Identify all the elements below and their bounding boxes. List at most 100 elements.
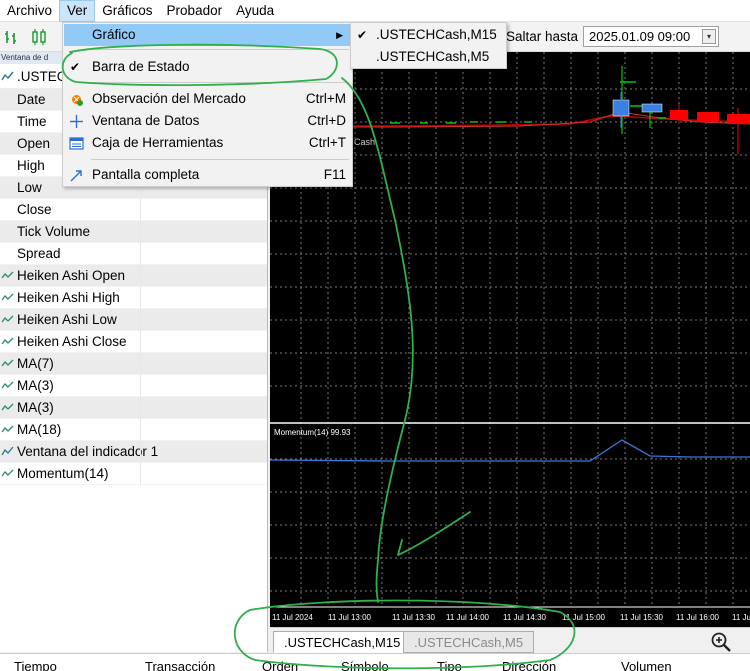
indicator-icon [1, 425, 14, 433]
candles [612, 92, 750, 154]
row-label: Close [17, 202, 52, 217]
submenu-item-label: .USTECHCash,M15 [376, 27, 497, 42]
menu-graficos[interactable]: Gráficos [95, 0, 159, 22]
row-label: Time [17, 114, 47, 129]
indicator-icon [1, 469, 14, 477]
chart-submenu: ✔ .USTECHCash,M15 .USTECHCash,M5 [350, 22, 507, 69]
menu-item-ventana-datos[interactable]: Ventana de Datos Ctrl+D [64, 110, 351, 132]
toolbox-icon [69, 137, 84, 150]
row-label: Date [17, 92, 46, 107]
time-label: 11 Jul 13:30 [392, 613, 436, 622]
submenu-item-m15[interactable]: ✔ .USTECHCash,M15 [351, 24, 506, 46]
row-label: Spread [17, 246, 61, 261]
row-label: Heiken Ashi Open [17, 268, 126, 283]
toolbox-panel: Tiempo Transacción Orden Símbolo Tipo Di… [0, 653, 750, 671]
time-label: 11 Jul 16:00 [676, 613, 720, 622]
zoom-in-icon[interactable] [710, 631, 732, 653]
column-header[interactable]: Tipo [437, 659, 462, 671]
menu-archivo[interactable]: Archivo [0, 0, 59, 22]
column-header[interactable]: Tiempo [14, 659, 57, 671]
row-heiken-high: Heiken Ashi High [0, 287, 267, 309]
market-watch-icon [72, 95, 83, 106]
menu-item-grafico[interactable]: Gráfico ▶ [64, 24, 351, 46]
row-spread: Spread [0, 243, 267, 265]
jump-to-value: 2025.01.09 09:00 [589, 29, 691, 44]
candlestick-icon[interactable] [30, 28, 48, 46]
indicator-icon [1, 403, 14, 411]
row-label: Momentum(14) [17, 466, 109, 481]
menu-item-shortcut: Ctrl+T [308, 135, 346, 150]
time-label: 11 Jul 13:00 [328, 613, 372, 622]
row-momentum: Momentum(14) [0, 463, 267, 485]
row-heiken-open: Heiken Ashi Open [0, 265, 267, 287]
row-heiken-close: Heiken Ashi Close [0, 331, 267, 353]
menu-item-shortcut: Ctrl+D [307, 113, 346, 128]
menu-item-pantalla-completa[interactable]: Pantalla completa F11 [64, 164, 351, 186]
menu-item-caja-herramientas[interactable]: Caja de Herramientas Ctrl+T [64, 132, 351, 154]
checkmark-icon: ✔ [70, 60, 81, 74]
submenu-arrow-icon: ▶ [336, 30, 343, 40]
column-header[interactable]: Dirección [502, 659, 556, 671]
row-label: MA(3) [17, 400, 54, 415]
menu-separator [91, 159, 349, 160]
view-menu-dropdown: Gráfico ▶ ✔ Barra de Estado Observación … [62, 22, 353, 187]
menu-ayuda[interactable]: Ayuda [229, 0, 281, 22]
indicator-icon [1, 293, 14, 301]
bar-chart-icon[interactable] [3, 28, 21, 46]
indicator-icon [1, 315, 14, 323]
menu-item-observacion-mercado[interactable]: Observación del Mercado Ctrl+M [64, 88, 351, 110]
row-ma18: MA(18) [0, 419, 267, 441]
menu-separator [91, 82, 349, 83]
jump-to-datetime-field[interactable]: 2025.01.09 09:00 ▾ [583, 26, 719, 47]
row-ma3-a: MA(3) [0, 375, 267, 397]
row-ma3-b: MA(3) [0, 397, 267, 419]
menu-probador[interactable]: Probador [160, 0, 230, 22]
menu-item-label: Ventana de Datos [92, 113, 200, 128]
row-label: High [17, 158, 45, 173]
chart-line-icon [1, 71, 14, 81]
menu-item-shortcut: Ctrl+M [305, 91, 346, 106]
indicator-icon [1, 381, 14, 389]
time-label: 11 Jul 1 [732, 613, 750, 622]
time-label: 11 Jul 14:00 [446, 613, 490, 622]
fullscreen-arrow-icon [70, 170, 82, 182]
time-label: 11 Jul 15:30 [620, 613, 664, 622]
row-label: Ventana del indicador 1 [17, 444, 159, 459]
row-heiken-low: Heiken Ashi Low [0, 309, 267, 331]
checkmark-icon: ✔ [357, 28, 368, 42]
row-label: Heiken Ashi Low [17, 312, 117, 327]
indicator-icon [1, 359, 14, 367]
jump-to-label: Saltar hasta [506, 29, 579, 44]
menu-separator [91, 49, 349, 50]
menu-item-label: Caja de Herramientas [92, 135, 224, 150]
column-header[interactable]: Orden [262, 659, 298, 671]
menu-item-shortcut: F11 [323, 167, 346, 182]
row-label: MA(18) [17, 422, 62, 437]
chart-main-label: Cash [354, 137, 375, 147]
row-ma7: MA(7) [0, 353, 267, 375]
time-label: 11 Jul 14:30 [503, 613, 547, 622]
column-header[interactable]: Transacción [145, 659, 215, 671]
chart-tabs: .USTECHCash,M15 .USTECHCash,M5 [270, 627, 750, 653]
row-label: Heiken Ashi High [17, 290, 120, 305]
time-label: 11 Jul 15:00 [562, 613, 606, 622]
submenu-item-label: .USTECHCash,M5 [376, 49, 490, 64]
column-header[interactable]: Símbolo [341, 659, 389, 671]
menu-bar: Archivo Ver Gráficos Probador Ayuda [0, 0, 750, 22]
menu-ver[interactable]: Ver [59, 0, 96, 22]
submenu-item-m5[interactable]: .USTECHCash,M5 [351, 46, 506, 68]
column-header[interactable]: Volumen [621, 659, 672, 671]
chart-line-icon [1, 446, 14, 456]
row-label: Heiken Ashi Close [17, 334, 127, 349]
calendar-dropdown-icon[interactable]: ▾ [702, 29, 716, 44]
indicator-icon [1, 337, 14, 345]
row-indicator-window: Ventana del indicador 1 [0, 441, 267, 463]
menu-item-label: Barra de Estado [92, 59, 190, 74]
tab-ustech-m15[interactable]: .USTECHCash,M15 [273, 631, 412, 653]
menu-item-label: Observación del Mercado [92, 91, 246, 106]
momentum-label: Momentum(14) 99.93 [274, 428, 351, 437]
tab-ustech-m5[interactable]: .USTECHCash,M5 [403, 631, 535, 653]
row-label: Tick Volume [17, 224, 91, 239]
row-label: MA(7) [17, 356, 54, 371]
menu-item-barra-estado[interactable]: ✔ Barra de Estado [64, 56, 351, 78]
